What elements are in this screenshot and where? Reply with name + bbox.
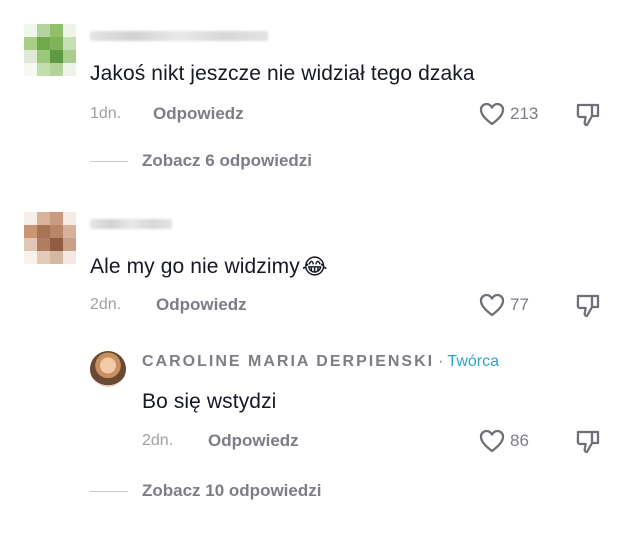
view-replies-button[interactable]: Zobacz 10 odpowiedzi — [142, 481, 321, 501]
like-button[interactable] — [478, 428, 506, 454]
comment-text-row: Ale my go nie widzimy 😂 — [90, 254, 328, 280]
comment-time: 2dn. — [90, 296, 122, 313]
reply-time: 2dn. — [142, 432, 174, 449]
dislike-button[interactable] — [574, 428, 602, 456]
comment-text: Ale my go nie widzimy — [90, 255, 300, 278]
creator-badge: Twórca — [447, 353, 499, 370]
replies-divider — [90, 491, 128, 492]
heart-outline-icon — [479, 429, 505, 453]
like-count: 77 — [510, 295, 529, 314]
comment-time: 1dn. — [90, 105, 122, 122]
reply-button[interactable]: Odpowiedz — [156, 295, 247, 315]
thumbs-down-icon — [576, 103, 600, 127]
separator-dot: · — [438, 353, 444, 370]
creator-avatar[interactable] — [90, 351, 126, 387]
dislike-button[interactable] — [574, 292, 602, 320]
view-replies-button[interactable]: Zobacz 6 odpowiedzi — [142, 151, 312, 171]
creator-name[interactable]: CAROLINE MARIA DERPIENSKI — [142, 353, 434, 371]
like-button[interactable] — [478, 292, 506, 318]
username-redacted[interactable] — [90, 219, 172, 229]
reply-button[interactable]: Odpowiedz — [153, 104, 244, 124]
heart-outline-icon — [479, 293, 505, 317]
username-redacted[interactable] — [90, 31, 268, 41]
thumbs-down-icon — [576, 430, 600, 454]
comment-text: Jakoś nikt jeszcze nie widział tego dzak… — [90, 62, 475, 85]
like-count: 213 — [510, 104, 539, 123]
avatar[interactable] — [24, 212, 76, 264]
like-button[interactable] — [478, 101, 506, 127]
heart-outline-icon — [479, 102, 505, 126]
reply-text: Bo się wstydzi — [142, 390, 277, 413]
avatar[interactable] — [24, 24, 76, 76]
reply-button[interactable]: Odpowiedz — [208, 431, 299, 451]
thumbs-down-icon — [576, 294, 600, 318]
laughing-emoji-icon: 😂 — [301, 254, 328, 279]
reply-header: CAROLINE MARIA DERPIENSKI · Twórca — [142, 353, 499, 371]
replies-divider — [90, 161, 128, 162]
dislike-button[interactable] — [574, 101, 602, 129]
like-count: 86 — [510, 431, 529, 450]
